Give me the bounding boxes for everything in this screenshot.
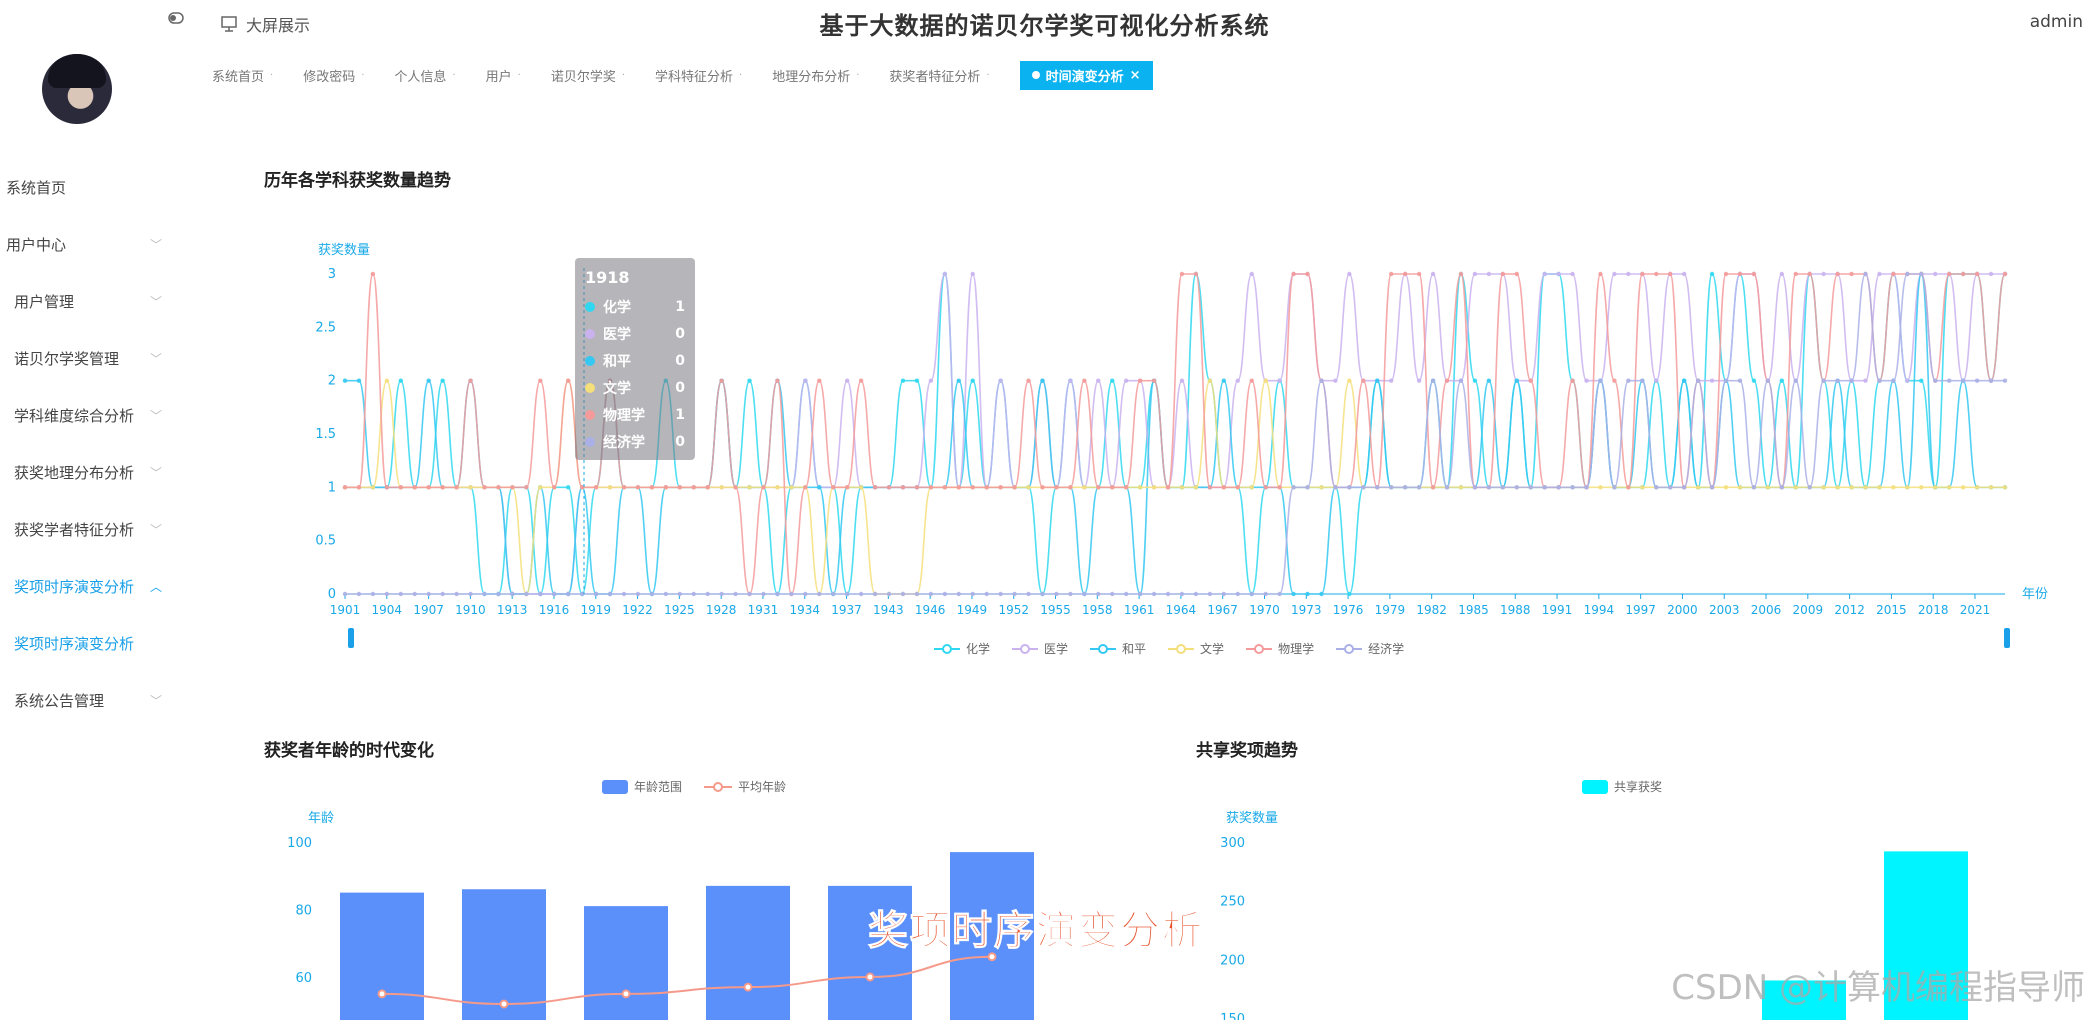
shared-bar-chart[interactable]: 获奖数量 150 200 250 300 — [0, 0, 2089, 1020]
video-caption: 奖项时序演变分析 — [868, 908, 1204, 955]
shared-y-tick: 300 — [1220, 836, 1245, 851]
shared-y-tick: 150 — [1220, 1012, 1245, 1020]
shared-y-axis-label: 获奖数量 — [1226, 811, 1278, 826]
shared-y-tick: 200 — [1220, 953, 1245, 968]
watermark: CSDN @计算机编程指导师 — [1671, 968, 2085, 1008]
shared-y-tick: 250 — [1220, 895, 1245, 910]
